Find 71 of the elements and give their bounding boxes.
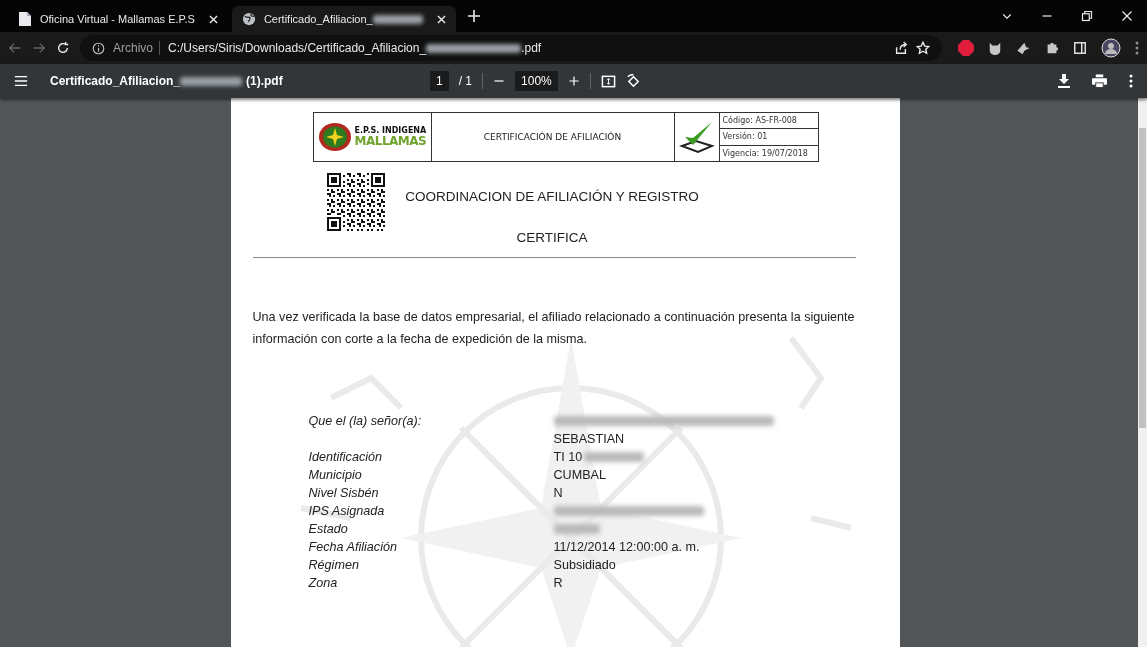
- reload-icon[interactable]: [56, 41, 70, 55]
- side-panel-icon[interactable]: [1073, 41, 1087, 55]
- field-label: Régimen: [308, 557, 360, 574]
- section-heading: COORDINACION DE AFILIACIÓN Y REGISTRO: [405, 189, 699, 204]
- browser-tab[interactable]: Oficina Virtual - Mallamas E.P.S: [8, 6, 228, 32]
- fit-page-icon[interactable]: [600, 73, 616, 89]
- document-code: Versión: 01: [719, 129, 818, 146]
- puzzle-icon[interactable]: [1045, 41, 1059, 55]
- qr-code-icon: [326, 173, 385, 231]
- rotate-icon[interactable]: [625, 73, 641, 89]
- document-code: Código: AS-FR-008: [719, 113, 818, 130]
- field-label: Estado: [308, 521, 349, 538]
- field-label: Identificación: [308, 449, 383, 466]
- close-icon[interactable]: [1121, 10, 1133, 22]
- close-icon[interactable]: [208, 14, 218, 24]
- scrollbar[interactable]: [1138, 98, 1147, 647]
- more-icon[interactable]: [1135, 41, 1139, 55]
- document-icon: [18, 11, 32, 27]
- tab-title: Oficina Virtual - Mallamas E.P.S: [40, 13, 195, 25]
- section-heading: CERTIFICA: [516, 230, 588, 245]
- field-label: IPS Asignada: [308, 503, 386, 520]
- field-value: 11/12/2014 12:00:00 a. m.: [553, 539, 700, 556]
- download-icon[interactable]: [1058, 74, 1070, 88]
- document-code: Vigencia: 19/07/2018: [721, 147, 809, 160]
- field-value: R: [553, 575, 563, 592]
- field-value: TI 10: [553, 449, 583, 466]
- url-text: .pdf: [521, 41, 542, 55]
- close-icon[interactable]: [436, 14, 446, 24]
- logo-emblem-icon: [317, 122, 352, 152]
- star-icon[interactable]: [916, 41, 930, 55]
- stop-sign-icon[interactable]: [958, 40, 974, 56]
- restore-icon[interactable]: [1081, 10, 1093, 22]
- field-value: CUMBAL: [553, 467, 606, 484]
- checkmark-icon: [678, 120, 715, 154]
- url-text: C:/Users/Siris/Downloads/Certificado_Afiliacion_: [168, 41, 427, 55]
- logo-text: E.P.S. INDIGENA: [354, 127, 427, 135]
- logo-text: MALLAMAS: [354, 135, 427, 147]
- field-value: SEBASTIAN: [553, 431, 625, 448]
- redacted-text: [180, 76, 243, 86]
- info-icon[interactable]: [92, 41, 105, 55]
- field-label: Nivel Sisbén: [308, 485, 380, 502]
- document-title: CERTIFICACIÓN DE AFILIACIÓN: [483, 132, 622, 142]
- share-icon[interactable]: [894, 41, 908, 55]
- browser-tab[interactable]: Certificado_Afiliacion_: [231, 6, 456, 32]
- tab-title: Certificado_Afiliacion_: [263, 13, 373, 25]
- file-name: Certificado_Afiliacion_: [50, 74, 181, 88]
- field-value: Subsidiado: [553, 557, 616, 574]
- zoom-field[interactable]: 100%: [515, 71, 558, 91]
- file-name: (1).pdf: [246, 74, 283, 88]
- field-label: Zona: [308, 575, 339, 592]
- address-bar[interactable]: Archivo C:/Users/Siris/Downloads/Certificado_Afiliacion_ .pdf: [80, 35, 942, 61]
- globe-icon: [241, 12, 256, 26]
- url-scheme-label: Archivo: [113, 41, 160, 55]
- field-label: Que el (la) señor(a):: [308, 413, 423, 430]
- forward-arrow-icon[interactable]: [32, 41, 46, 55]
- cat-face-icon[interactable]: [988, 41, 1002, 55]
- field-label: Fecha Afiliación: [308, 539, 398, 556]
- page-number-field[interactable]: 1: [430, 71, 449, 91]
- print-icon[interactable]: [1092, 74, 1107, 88]
- redacted-text: [584, 452, 645, 462]
- menu-icon[interactable]: [14, 74, 28, 88]
- back-arrow-icon[interactable]: [8, 41, 22, 55]
- avatar-icon[interactable]: [1101, 38, 1121, 58]
- new-tab-icon[interactable]: [467, 10, 480, 22]
- field-value: N: [553, 485, 563, 502]
- redacted-text: [553, 524, 600, 534]
- more-icon[interactable]: [1129, 74, 1133, 88]
- field-label: Municipio: [308, 467, 363, 484]
- zoom-in-icon[interactable]: [567, 75, 580, 87]
- intro-paragraph: Una vez verificada la base de datos empresarial, el afiliado relacionado a continuación presenta la siguiente información con corte a la fecha de expedición de la misma.: [252, 309, 856, 348]
- page-total: / 1: [458, 74, 473, 88]
